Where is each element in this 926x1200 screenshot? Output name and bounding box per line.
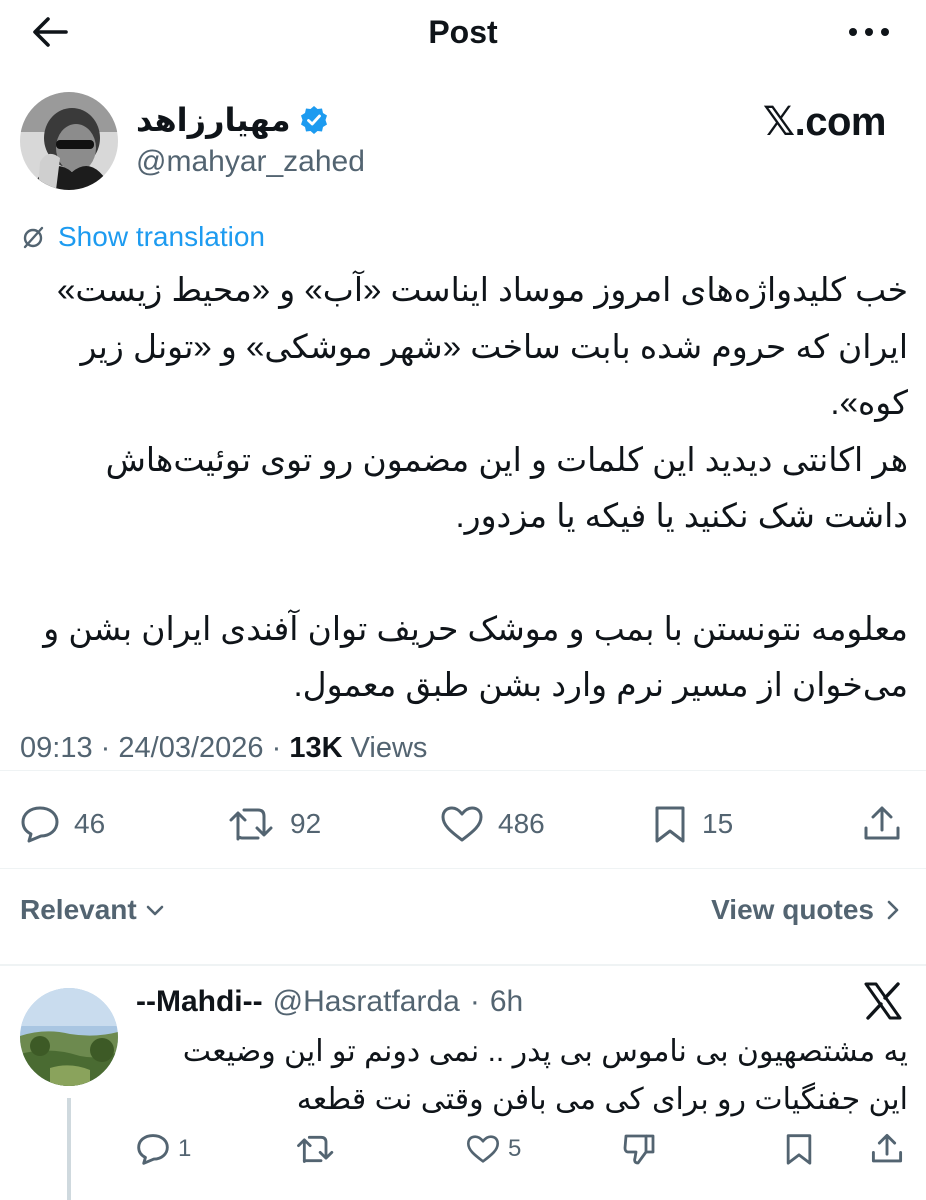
more-button[interactable] [844,14,894,50]
share-icon [871,1133,903,1163]
view-quotes-link[interactable]: View quotes [711,890,900,930]
translate-icon [23,226,44,249]
repost-icon [229,808,273,841]
reply-repost-button[interactable] [296,1126,336,1172]
post-time[interactable]: 09:13 [20,732,93,764]
post-paragraph: خب کلیدواژه‌های امروز موساد ایناست «آب» … [57,271,908,421]
show-translation-link[interactable]: Show translation [20,218,265,256]
divider [0,770,926,771]
post-paragraph: معلومه نتونستن با بمب و موشک حریف توان آ… [43,609,908,704]
like-icon [467,1135,499,1163]
divider [0,964,926,966]
post-meta: 09:13 · 24/03/2026 · 13K Views [20,732,428,764]
post-actions: 46 92 486 15 [0,796,926,852]
bookmark-icon [786,1134,812,1165]
views-label: Views [350,732,428,764]
bookmark-count: 15 [702,808,734,839]
author-name-row: مهیارزاهد [136,100,329,140]
bookmark-icon [655,806,685,843]
author-name[interactable]: مهیارزاهد [136,100,291,140]
dislike-icon [623,1134,655,1165]
top-bar: Post [0,0,926,70]
chevron-right-icon [887,900,899,920]
sort-label: Relevant [20,894,137,925]
post-paragraph: هر اکانتی دیدید این کلمات و این مضمون رو… [105,440,908,535]
sort-relevant-button[interactable]: Relevant [20,890,165,930]
author-handle[interactable]: @mahyar_zahed [136,142,365,182]
reply-handle[interactable]: @Hasratfarda [273,982,460,1022]
post-date[interactable]: 24/03/2026 [118,732,263,764]
reply-count: 46 [74,808,106,839]
share-button[interactable] [862,796,902,852]
view-quotes-label: View quotes [711,894,874,925]
reply-author-name[interactable]: --Mahdi-- [136,982,263,1022]
reply-like-button[interactable]: 5 [466,1126,521,1172]
reply-share-button[interactable] [870,1126,904,1172]
reply-reply-count: 1 [178,1135,192,1162]
bookmark-button[interactable]: 15 [652,796,733,852]
reply-actions: 1 5 [0,1126,926,1172]
like-button[interactable]: 486 [440,796,545,852]
reply-button[interactable]: 46 [20,796,105,852]
share-icon [864,806,900,840]
reply-time[interactable]: 6h [490,982,523,1022]
repost-count: 92 [290,808,322,839]
reply-bookmark-button[interactable] [784,1126,814,1172]
brand-watermark: 𝕏.com [762,100,887,144]
reply-reply-button[interactable]: 1 [136,1126,191,1172]
like-count: 486 [498,808,545,839]
reply-header: --Mahdi-- @Hasratfarda · 6h [136,982,523,1022]
reply-dislike-button[interactable] [622,1126,656,1172]
reply-icon [21,806,59,843]
show-translation-label: Show translation [58,221,266,252]
chevron-down-icon [146,905,164,916]
verified-badge-icon [300,106,327,134]
x-logo-icon [864,982,902,1020]
reply-source-badge [862,980,904,1024]
reply-like-count: 5 [508,1135,522,1162]
repost-button[interactable]: 92 [228,796,321,852]
views-count: 13K [289,732,343,764]
author-avatar[interactable] [20,92,118,190]
reply-body: یه مشتصهیون بی ناموس بی پدر .. نمی دونم … [182,1035,908,1116]
like-icon [441,806,483,842]
post-body: خب کلیدواژه‌های امروز موساد ایناست «آب» … [14,262,908,714]
reply-avatar[interactable] [20,988,118,1086]
page-title: Post [428,14,498,50]
repost-icon [297,1135,334,1163]
more-icon [849,28,889,36]
divider [0,868,926,869]
reply-icon [137,1134,169,1165]
